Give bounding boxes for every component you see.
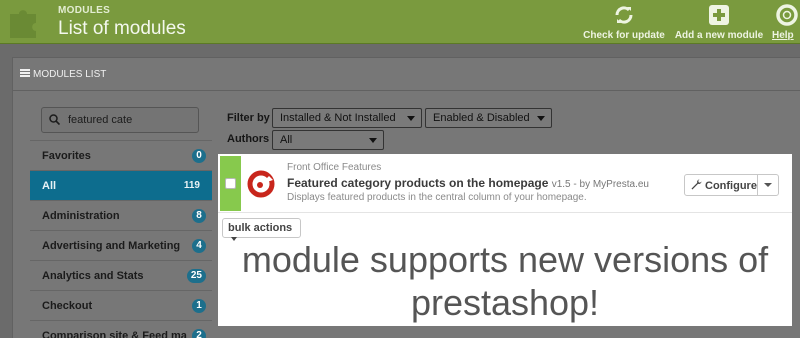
- panel-heading: MODULES LIST: [20, 69, 106, 80]
- module-logo-icon: [247, 170, 275, 198]
- page-header: MODULES List of modules Check for update…: [0, 0, 800, 44]
- install-filter-select[interactable]: Installed & Not Installed: [272, 108, 422, 128]
- module-version: v1.5 - by MyPresta.eu: [551, 179, 649, 190]
- chevron-down-icon: [407, 116, 415, 121]
- sidebar-item-label: All: [42, 180, 57, 192]
- sidebar-item-label: Comparison site & Feed ma: [42, 330, 187, 338]
- panel-divider: [13, 90, 800, 91]
- chevron-down-icon: [537, 116, 545, 121]
- check-for-update-button[interactable]: Check for update: [580, 2, 668, 42]
- search-icon: [49, 114, 60, 125]
- add-new-module-button[interactable]: Add a new module: [673, 2, 765, 42]
- filter-by-label: Filter by: [227, 112, 270, 124]
- sidebar-item-favorites[interactable]: Favorites 0: [30, 140, 212, 170]
- module-select-checkbox[interactable]: [225, 178, 236, 189]
- bulk-actions-label: bulk actions: [228, 222, 293, 234]
- sidebar-item-comparison-feed[interactable]: Comparison site & Feed ma 2: [30, 320, 212, 338]
- count-badge: 4: [192, 239, 206, 253]
- status-filter-value: Enabled & Disabled: [433, 112, 530, 124]
- wrench-icon: [691, 179, 702, 190]
- check-for-update-label: Check for update: [583, 30, 665, 41]
- sidebar-item-advertising-marketing[interactable]: Advertising and Marketing 4: [30, 230, 212, 260]
- plus-square-icon: [709, 5, 729, 25]
- configure-label: Configure: [705, 180, 757, 192]
- lifebuoy-icon: [776, 4, 798, 26]
- count-badge: 0: [192, 149, 206, 163]
- module-title: Featured category products on the homepa…: [287, 176, 649, 190]
- bulk-actions-button[interactable]: bulk actions: [222, 218, 301, 241]
- chevron-down-icon: [369, 138, 377, 143]
- count-badge: 25: [186, 269, 206, 283]
- sidebar-item-label: Advertising and Marketing: [42, 240, 181, 252]
- panel-title: MODULES LIST: [33, 69, 107, 80]
- puzzle-icon: [10, 10, 36, 38]
- module-name[interactable]: Featured category products on the homepa…: [287, 176, 548, 190]
- sidebar-item-administration[interactable]: Administration 8: [30, 200, 212, 230]
- sidebar-item-label: Favorites: [42, 150, 91, 162]
- sidebar-item-label: Analytics and Stats: [42, 270, 144, 282]
- category-sidebar: Favorites 0 All 119 Administration 8 Adv…: [30, 140, 212, 338]
- install-filter-value: Installed & Not Installed: [280, 112, 396, 124]
- help-label: Help: [772, 30, 794, 41]
- refresh-icon: [615, 6, 633, 24]
- sidebar-item-label: Checkout: [42, 300, 93, 312]
- count-badge: 119: [183, 180, 200, 191]
- promo-message-line-2: prestashop!: [410, 282, 600, 323]
- module-description: Displays featured products in the centra…: [287, 192, 587, 203]
- count-badge: 2: [192, 329, 206, 338]
- authors-filter-select[interactable]: All: [272, 130, 384, 150]
- configure-dropdown-toggle[interactable]: [757, 175, 778, 195]
- sidebar-item-checkout[interactable]: Checkout 1: [30, 290, 212, 320]
- row-divider: [218, 212, 792, 213]
- help-button[interactable]: Help: [772, 2, 800, 42]
- page-kicker: MODULES: [58, 5, 111, 16]
- status-filter-select[interactable]: Enabled & Disabled: [425, 108, 552, 128]
- module-category: Front Office Features: [287, 162, 382, 173]
- promo-message-line-1: module supports new versions of: [241, 239, 769, 280]
- configure-button-group: Configure: [684, 174, 779, 196]
- count-badge: 1: [192, 299, 206, 313]
- authors-filter-value: All: [280, 134, 293, 146]
- authors-label: Authors: [227, 133, 270, 145]
- page-title: List of modules: [58, 18, 186, 39]
- sidebar-item-analytics-stats[interactable]: Analytics and Stats 25: [30, 260, 212, 290]
- promo-message: module supports new versions of prestash…: [218, 238, 792, 324]
- module-search: [41, 107, 199, 133]
- sidebar-item-label: Administration: [42, 210, 120, 222]
- list-icon: [20, 69, 30, 77]
- count-badge: 8: [192, 209, 206, 223]
- add-new-module-label: Add a new module: [674, 30, 764, 41]
- configure-button[interactable]: Configure: [685, 175, 758, 195]
- search-input[interactable]: [68, 109, 194, 131]
- sidebar-item-all[interactable]: All 119: [30, 170, 212, 200]
